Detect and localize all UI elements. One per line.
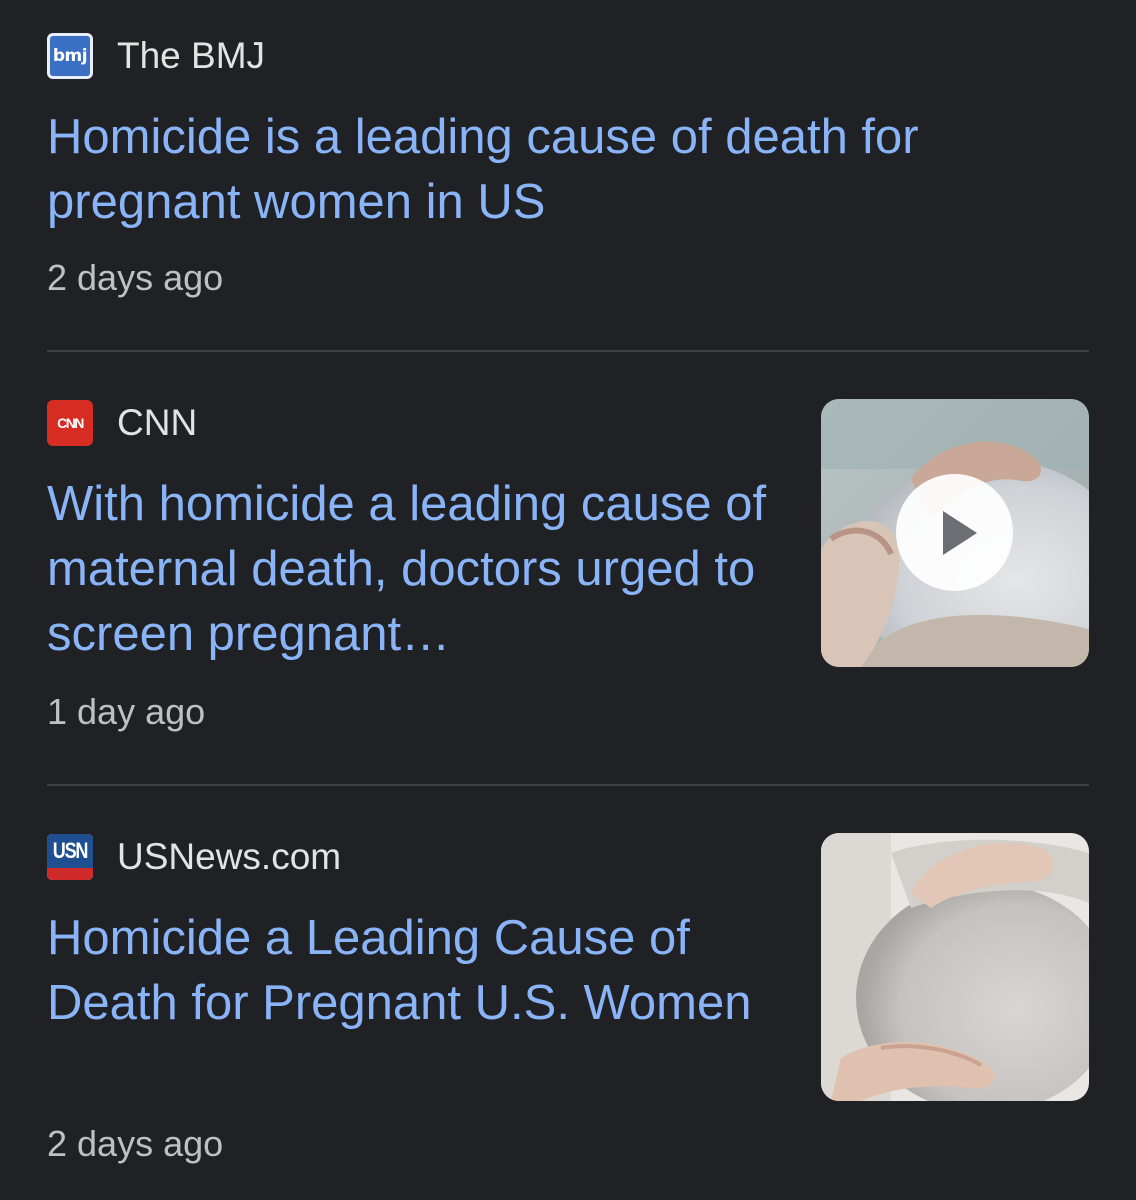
usnews-logo-icon: USN bbox=[47, 834, 93, 880]
news-feed: bmj The BMJ Homicide is a leading cause … bbox=[0, 0, 1136, 1200]
article-thumbnail[interactable] bbox=[821, 833, 1089, 1101]
source-name: USNews.com bbox=[117, 836, 342, 877]
timestamp: 2 days ago bbox=[47, 1123, 224, 1164]
source-row: USN USNews.com bbox=[47, 833, 341, 881]
news-card-usnews[interactable]: USN USNews.com Homicide a Leading Cause … bbox=[47, 0, 1089, 1200]
headline-link[interactable]: Homicide a Leading Cause of Death for Pr… bbox=[47, 906, 767, 1036]
thumbnail-image bbox=[821, 833, 1089, 1101]
